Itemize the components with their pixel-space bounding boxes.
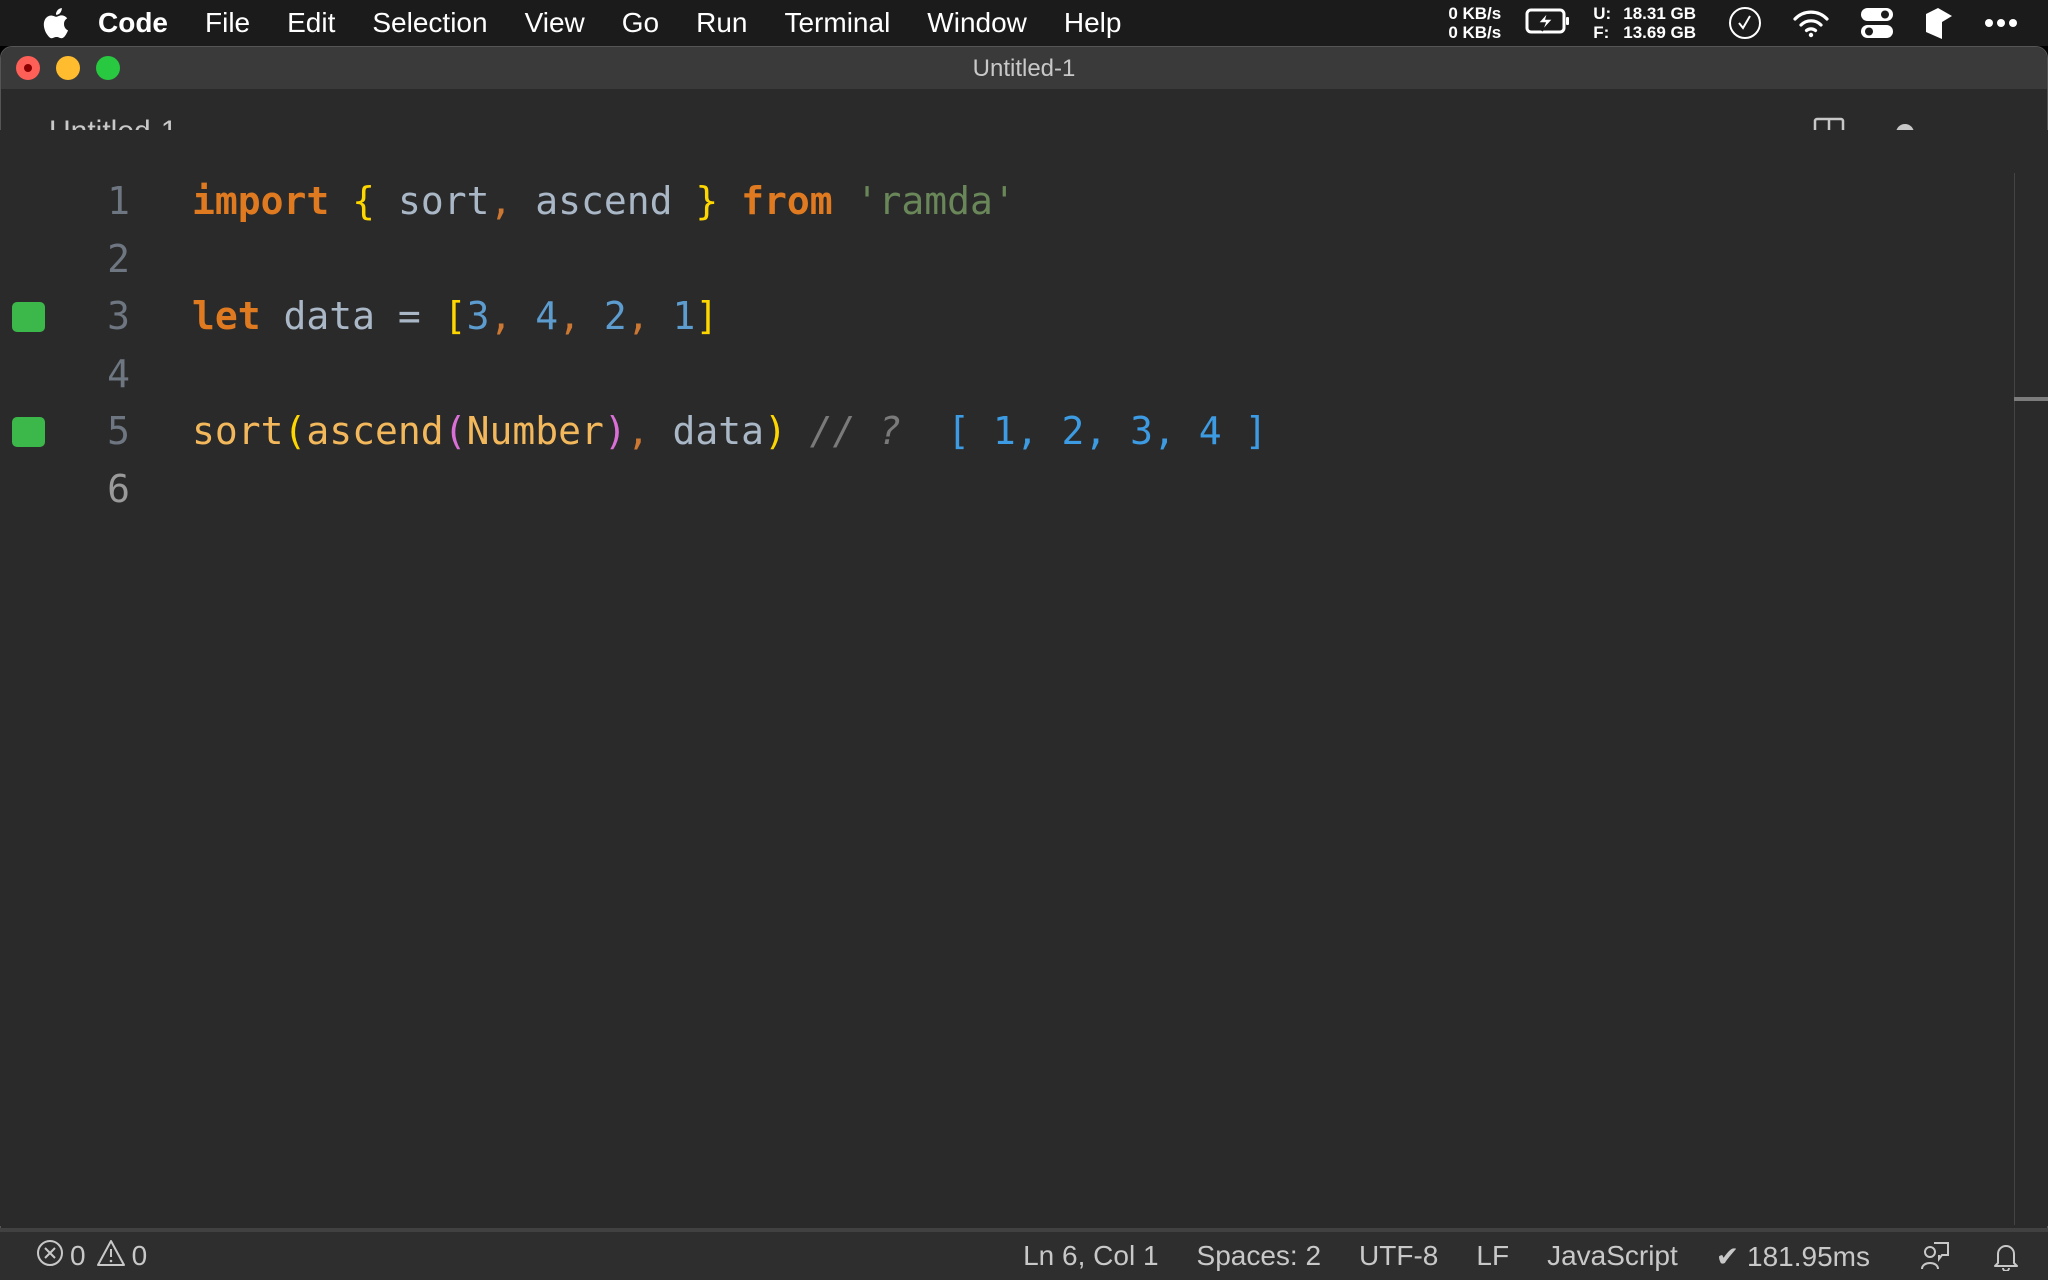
title-bar[interactable]: Untitled-1 xyxy=(1,47,2047,89)
window-title: Untitled-1 xyxy=(972,55,1076,82)
battery-charging-icon[interactable] xyxy=(1525,7,1571,40)
code-token: ( xyxy=(283,409,307,453)
minimap[interactable] xyxy=(2014,173,2048,1225)
code-token: [ xyxy=(443,294,467,338)
line-number: 6 xyxy=(107,466,130,511)
more-icon[interactable] xyxy=(1984,18,2018,28)
error-count: 0 xyxy=(70,1240,86,1271)
wifi-icon[interactable] xyxy=(1792,8,1830,38)
network-download: 0 KB/s xyxy=(1448,23,1502,42)
code-token: , xyxy=(489,179,513,223)
code-token: from xyxy=(741,179,833,223)
menu-run[interactable]: Run xyxy=(696,7,747,39)
code-line[interactable]: 4 xyxy=(0,346,2016,403)
line-code: import { sort, ascend } from 'ramda' xyxy=(192,173,1016,230)
end-of-line[interactable]: LF xyxy=(1476,1240,1509,1272)
disk-used: 18.31 GB xyxy=(1623,4,1696,23)
cursor-position[interactable]: Ln 6, Col 1 xyxy=(1023,1240,1158,1272)
notifications-bell-icon[interactable] xyxy=(1992,1241,2020,1271)
code-editor[interactable]: 1 import { sort, ascend } from 'ramda' 2 3 l… xyxy=(0,130,2048,1226)
disk-stats[interactable]: U: 18.31 GB F: 13.69 GB xyxy=(1593,4,1696,42)
line-number: 5 xyxy=(107,409,130,453)
code-token: , xyxy=(489,294,513,338)
disk-used-label: U: xyxy=(1593,4,1612,23)
inline-result: [ 1, 2, 3, 4 ] xyxy=(901,409,1268,453)
minimap-slider[interactable] xyxy=(2014,397,2048,401)
app-tray-icon[interactable] xyxy=(1924,6,1954,40)
clock-icon[interactable] xyxy=(1728,6,1762,40)
menu-terminal[interactable]: Terminal xyxy=(784,7,890,39)
problems-indicator[interactable]: 0 0 xyxy=(36,1239,157,1274)
quokka-timing[interactable]: ✔ 181.95ms xyxy=(1716,1240,1870,1273)
code-token: data xyxy=(649,409,765,453)
coverage-marker-icon[interactable] xyxy=(12,302,45,332)
menu-code[interactable]: Code xyxy=(98,7,168,39)
code-token: 2 xyxy=(581,294,627,338)
disk-free: 13.69 GB xyxy=(1623,23,1696,42)
code-token: ascend xyxy=(512,179,696,223)
warning-count: 0 xyxy=(131,1240,148,1271)
line-code: sort(ascend(Number), data) // ? [ 1, 2, … xyxy=(192,403,1267,460)
code-token: let xyxy=(192,294,261,338)
code-token: ( xyxy=(443,409,467,453)
code-token: 3 xyxy=(466,294,490,338)
code-token: data = xyxy=(260,294,444,338)
code-token: } xyxy=(695,179,719,223)
code-token: ) xyxy=(603,409,627,453)
encoding[interactable]: UTF-8 xyxy=(1359,1240,1438,1272)
indentation[interactable]: Spaces: 2 xyxy=(1197,1240,1322,1272)
line-number: 3 xyxy=(107,294,130,338)
code-token: , xyxy=(626,294,650,338)
menu-selection[interactable]: Selection xyxy=(372,7,487,39)
apple-logo-icon[interactable] xyxy=(40,6,70,40)
code-token: Number xyxy=(466,409,604,453)
menu-window[interactable]: Window xyxy=(927,7,1027,39)
network-stats[interactable]: 0 KB/s 0 KB/s xyxy=(1448,4,1501,42)
code-token: ascend xyxy=(306,409,444,453)
status-bar: 0 0 Ln 6, Col 1 Spaces: 2 UTF-8 LF JavaS… xyxy=(0,1228,2048,1280)
line-number: 4 xyxy=(107,351,130,396)
line-number: 1 xyxy=(107,179,130,223)
network-upload: 0 KB/s xyxy=(1448,4,1502,23)
coverage-marker-icon[interactable] xyxy=(12,417,45,447)
feedback-icon[interactable] xyxy=(1920,1241,1950,1271)
code-token: , xyxy=(626,409,650,453)
menu-file[interactable]: File xyxy=(205,7,250,39)
warning-icon xyxy=(96,1239,126,1274)
error-icon xyxy=(36,1239,64,1274)
menu-bar: Code File Edit Selection View Go Run Ter… xyxy=(0,0,2048,46)
code-token: ] xyxy=(695,294,719,338)
menu-edit[interactable]: Edit xyxy=(287,7,335,39)
menu-help[interactable]: Help xyxy=(1064,7,1122,39)
code-token: sort xyxy=(192,409,284,453)
code-line[interactable]: 6 xyxy=(0,461,2016,518)
code-token: ) xyxy=(764,409,787,453)
menu-view[interactable]: View xyxy=(525,7,585,39)
control-center-icon[interactable] xyxy=(1860,7,1894,39)
line-code: let data = [3, 4, 2, 1] xyxy=(192,288,718,345)
code-token: { xyxy=(352,179,376,223)
disk-free-label: F: xyxy=(1593,23,1610,42)
code-token: import xyxy=(192,179,330,223)
code-token: 1 xyxy=(649,294,696,338)
code-token: 4 xyxy=(512,294,559,338)
code-line[interactable]: 5 sort(ascend(Number), data) // ? [ 1, 2,… xyxy=(0,403,2016,460)
language-mode[interactable]: JavaScript xyxy=(1547,1240,1678,1272)
code-token: sort xyxy=(375,179,490,223)
menu-go[interactable]: Go xyxy=(622,7,659,39)
code-line[interactable]: 2 xyxy=(0,231,2016,288)
code-token: 'ramda' xyxy=(855,179,1016,223)
code-line[interactable]: 1 import { sort, ascend } from 'ramda' xyxy=(0,173,2016,230)
code-token: , xyxy=(558,294,581,338)
code-line[interactable]: 3 let data = [3, 4, 2, 1] xyxy=(0,288,2016,345)
code-token: // ? xyxy=(786,409,902,453)
line-number: 2 xyxy=(107,236,130,281)
